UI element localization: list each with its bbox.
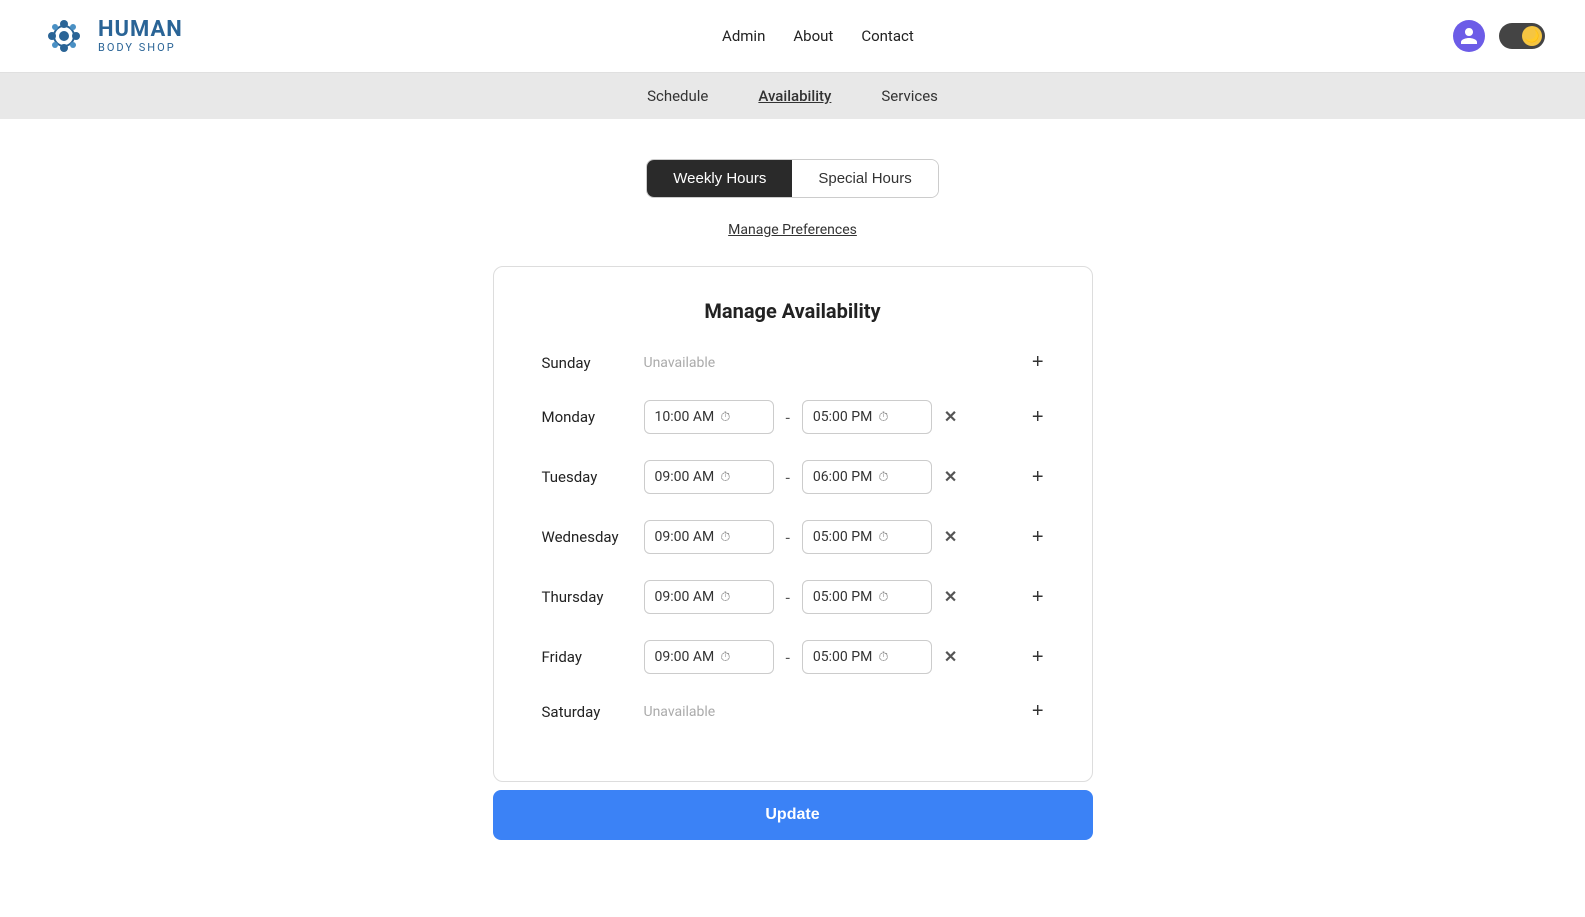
clock-icon: ⏱ — [878, 590, 888, 605]
tab-special-hours[interactable]: Special Hours — [792, 160, 937, 197]
tuesday-end-value: 06:00 PM — [813, 469, 872, 485]
add-sunday[interactable]: + — [1032, 351, 1044, 374]
logo-icon — [40, 12, 88, 60]
thursday-start-time[interactable]: 09:00 AM ⏱ — [644, 580, 774, 614]
tuesday-end-time[interactable]: 06:00 PM ⏱ — [802, 460, 932, 494]
thursday-end-value: 05:00 PM — [813, 589, 872, 605]
friday-end-time[interactable]: 05:00 PM ⏱ — [802, 640, 932, 674]
friday-start-time[interactable]: 09:00 AM ⏱ — [644, 640, 774, 674]
logo-sub: BODY SHOP — [98, 42, 183, 54]
header-nav: Admin About Contact — [722, 27, 914, 45]
day-row-wednesday: Wednesday 09:00 AM ⏱ - 05:00 PM ⏱ ✕ + — [542, 520, 1044, 554]
save-button[interactable]: Update — [493, 790, 1093, 840]
toggle-thumb: 🌙 — [1522, 26, 1542, 46]
sub-nav-schedule[interactable]: Schedule — [647, 87, 708, 105]
monday-start-time[interactable]: 10:00 AM ⏱ — [644, 400, 774, 434]
day-label-sunday: Sunday — [542, 354, 632, 372]
nav-about[interactable]: About — [793, 27, 833, 45]
monday-end-value: 05:00 PM — [813, 409, 872, 425]
availability-card: Manage Availability Sunday Unavailable +… — [493, 266, 1093, 782]
add-wednesday[interactable]: + — [1032, 526, 1044, 549]
clock-icon: ⏱ — [720, 470, 730, 485]
main-content: Weekly Hours Special Hours Manage Prefer… — [0, 119, 1585, 900]
clock-icon: ⏱ — [720, 590, 730, 605]
remove-wednesday[interactable]: ✕ — [944, 527, 957, 547]
day-row-monday: Monday 10:00 AM ⏱ - 05:00 PM ⏱ ✕ + — [542, 400, 1044, 434]
day-row-friday: Friday 09:00 AM ⏱ - 05:00 PM ⏱ ✕ + — [542, 640, 1044, 674]
logo-brand: HUMAN — [98, 18, 183, 42]
header-icons: 🌙 — [1453, 20, 1545, 52]
sub-nav-services[interactable]: Services — [881, 87, 938, 105]
add-monday[interactable]: + — [1032, 406, 1044, 429]
day-label-thursday: Thursday — [542, 588, 632, 606]
sunday-unavailable: Unavailable — [644, 355, 1020, 371]
remove-monday[interactable]: ✕ — [944, 407, 957, 427]
clock-icon: ⏱ — [720, 530, 730, 545]
clock-icon: ⏱ — [878, 650, 888, 665]
nav-contact[interactable]: Contact — [861, 27, 913, 45]
manage-preferences-link[interactable]: Manage Preferences — [728, 222, 857, 238]
user-avatar[interactable] — [1453, 20, 1485, 52]
dash: - — [786, 588, 790, 607]
dash: - — [786, 408, 790, 427]
day-label-saturday: Saturday — [542, 703, 632, 721]
wednesday-end-time[interactable]: 05:00 PM ⏱ — [802, 520, 932, 554]
monday-start-value: 10:00 AM — [655, 409, 715, 425]
dark-mode-toggle[interactable]: 🌙 — [1499, 23, 1545, 49]
tuesday-start-value: 09:00 AM — [655, 469, 715, 485]
remove-tuesday[interactable]: ✕ — [944, 467, 957, 487]
add-saturday[interactable]: + — [1032, 700, 1044, 723]
saturday-unavailable: Unavailable — [644, 704, 1020, 720]
tuesday-start-time[interactable]: 09:00 AM ⏱ — [644, 460, 774, 494]
friday-end-value: 05:00 PM — [813, 649, 872, 665]
hours-tab-group: Weekly Hours Special Hours — [646, 159, 938, 198]
day-label-monday: Monday — [542, 408, 632, 426]
add-friday[interactable]: + — [1032, 646, 1044, 669]
dash: - — [786, 468, 790, 487]
sub-nav: Schedule Availability Services — [0, 73, 1585, 119]
sub-nav-availability[interactable]: Availability — [758, 87, 831, 105]
dash: - — [786, 528, 790, 547]
user-icon — [1459, 26, 1479, 46]
remove-friday[interactable]: ✕ — [944, 647, 957, 667]
day-row-tuesday: Tuesday 09:00 AM ⏱ - 06:00 PM ⏱ ✕ + — [542, 460, 1044, 494]
remove-thursday[interactable]: ✕ — [944, 587, 957, 607]
logo-area: HUMAN BODY SHOP — [40, 12, 183, 60]
wednesday-start-value: 09:00 AM — [655, 529, 715, 545]
clock-icon: ⏱ — [878, 530, 888, 545]
day-label-wednesday: Wednesday — [542, 528, 632, 546]
clock-icon: ⏱ — [878, 410, 888, 425]
add-thursday[interactable]: + — [1032, 586, 1044, 609]
tab-weekly-hours[interactable]: Weekly Hours — [647, 160, 792, 197]
card-title: Manage Availability — [542, 299, 1044, 323]
clock-icon: ⏱ — [878, 470, 888, 485]
wednesday-start-time[interactable]: 09:00 AM ⏱ — [644, 520, 774, 554]
monday-end-time[interactable]: 05:00 PM ⏱ — [802, 400, 932, 434]
clock-icon: ⏱ — [720, 650, 730, 665]
friday-start-value: 09:00 AM — [655, 649, 715, 665]
header: HUMAN BODY SHOP Admin About Contact 🌙 — [0, 0, 1585, 73]
thursday-start-value: 09:00 AM — [655, 589, 715, 605]
day-row-sunday: Sunday Unavailable + — [542, 351, 1044, 374]
wednesday-end-value: 05:00 PM — [813, 529, 872, 545]
nav-admin[interactable]: Admin — [722, 27, 765, 45]
day-label-friday: Friday — [542, 648, 632, 666]
logo-text: HUMAN BODY SHOP — [98, 18, 183, 54]
clock-icon: ⏱ — [720, 410, 730, 425]
day-label-tuesday: Tuesday — [542, 468, 632, 486]
day-row-saturday: Saturday Unavailable + — [542, 700, 1044, 723]
day-row-thursday: Thursday 09:00 AM ⏱ - 05:00 PM ⏱ ✕ + — [542, 580, 1044, 614]
add-tuesday[interactable]: + — [1032, 466, 1044, 489]
thursday-end-time[interactable]: 05:00 PM ⏱ — [802, 580, 932, 614]
dash: - — [786, 648, 790, 667]
